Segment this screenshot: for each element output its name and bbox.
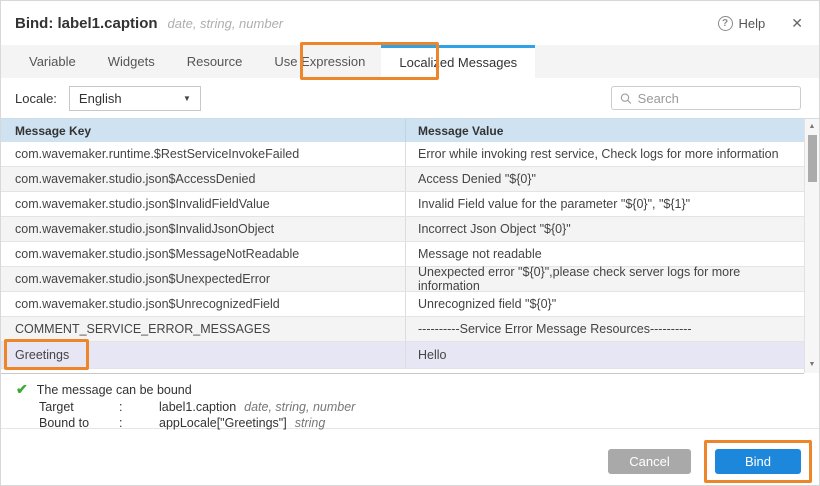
message-key-cell: Greetings — [1, 342, 406, 368]
bind-dialog: Bind: label1.caption date, string, numbe… — [0, 0, 820, 486]
message-key-cell: com.wavemaker.studio.json$InvalidFieldVa… — [1, 192, 406, 216]
target-types: date, string, number — [244, 400, 355, 414]
tab-resource[interactable]: Resource — [171, 45, 259, 78]
colon: : — [119, 400, 159, 414]
message-value-cell: Invalid Field value for the parameter "$… — [406, 192, 804, 216]
column-header-message-value: Message Value — [406, 119, 804, 142]
table-row[interactable]: com.wavemaker.studio.json$AccessDenied A… — [1, 167, 804, 192]
message-value-cell: Error while invoking rest service, Check… — [406, 142, 804, 166]
message-value-cell: ----------Service Error Message Resource… — [406, 317, 804, 341]
annotation-box-bind-button: Bind — [704, 440, 812, 483]
dialog-title: Bind: label1.caption — [15, 15, 158, 32]
dialog-header: Bind: label1.caption date, string, numbe… — [1, 1, 819, 45]
dialog-footer: Cancel Bind — [1, 429, 819, 484]
scroll-down-icon[interactable]: ▼ — [809, 360, 816, 370]
vertical-scrollbar[interactable]: ▲ ▼ — [804, 119, 819, 373]
message-key-cell: com.wavemaker.runtime.$RestServiceInvoke… — [1, 142, 406, 166]
tab-use-expression[interactable]: Use Expression — [258, 45, 381, 78]
bound-to-type: string — [295, 416, 326, 430]
tab-bar: Variable Widgets Resource Use Expression… — [1, 45, 819, 78]
message-value-cell: Message not readable — [406, 242, 804, 266]
tab-widgets[interactable]: Widgets — [92, 45, 171, 78]
tab-variable[interactable]: Variable — [13, 45, 92, 78]
column-header-message-key: Message Key — [1, 119, 406, 142]
message-value-cell: Unexpected error "${0}",please check ser… — [406, 267, 804, 291]
table-row[interactable]: com.wavemaker.studio.json$InvalidJsonObj… — [1, 217, 804, 242]
status-text: The message can be bound — [37, 383, 192, 397]
messages-table: Message Key Message Value com.wavemaker.… — [1, 119, 804, 373]
table-header-row: Message Key Message Value — [1, 119, 804, 142]
locale-selected-value: English — [79, 91, 122, 106]
message-value-cell: Access Denied "${0}" — [406, 167, 804, 191]
search-input[interactable] — [638, 91, 792, 106]
message-key-cell: com.wavemaker.studio.json$InvalidJsonObj… — [1, 217, 406, 241]
message-value-cell: Unrecognized field "${0}" — [406, 292, 804, 316]
bound-to-value: appLocale["Greetings"] — [159, 416, 287, 430]
close-icon[interactable]: ✕ — [791, 15, 803, 32]
scroll-up-icon[interactable]: ▲ — [809, 122, 816, 132]
message-key-cell: com.wavemaker.studio.json$AccessDenied — [1, 167, 406, 191]
bind-summary: ✔ The message can be bound Target : labe… — [1, 373, 819, 429]
help-label: Help — [739, 16, 766, 31]
locale-select[interactable]: English ▼ — [69, 86, 201, 111]
table-row[interactable]: com.wavemaker.studio.json$UnexpectedErro… — [1, 267, 804, 292]
scrollbar-thumb[interactable] — [808, 135, 817, 182]
cancel-button[interactable]: Cancel — [608, 449, 691, 474]
message-key-cell: com.wavemaker.studio.json$MessageNotRead… — [1, 242, 406, 266]
toolbar: Locale: English ▼ — [1, 78, 819, 118]
bound-to-label: Bound to — [39, 416, 119, 430]
question-mark-icon: ? — [718, 16, 733, 31]
target-line: Target : label1.caption date, string, nu… — [16, 400, 819, 414]
table-row[interactable]: com.wavemaker.runtime.$RestServiceInvoke… — [1, 142, 804, 167]
bound-to-line: Bound to : appLocale["Greetings"] string — [16, 416, 819, 430]
target-value: label1.caption — [159, 400, 236, 414]
messages-table-area: Message Key Message Value com.wavemaker.… — [1, 118, 819, 373]
colon: : — [119, 416, 159, 430]
locale-label: Locale: — [15, 91, 57, 106]
message-value-cell: Hello — [406, 342, 804, 368]
search-box — [611, 86, 801, 110]
bind-button[interactable]: Bind — [715, 449, 801, 474]
dialog-subtitle: date, string, number — [168, 16, 284, 31]
message-value-cell: Incorrect Json Object "${0}" — [406, 217, 804, 241]
partial-next-row — [1, 369, 804, 374]
table-row[interactable]: com.wavemaker.studio.json$InvalidFieldVa… — [1, 192, 804, 217]
target-label: Target — [39, 400, 119, 414]
tab-localized-messages[interactable]: Localized Messages — [381, 45, 535, 78]
message-key-cell: com.wavemaker.studio.json$UnexpectedErro… — [1, 267, 406, 291]
help-button[interactable]: ? Help — [718, 16, 766, 31]
table-row[interactable]: COMMENT_SERVICE_ERROR_MESSAGES ---------… — [1, 317, 804, 342]
message-key-cell: COMMENT_SERVICE_ERROR_MESSAGES — [1, 317, 406, 341]
chevron-down-icon: ▼ — [183, 94, 191, 103]
table-row-selected-greetings[interactable]: Greetings Hello — [1, 342, 804, 369]
status-line: ✔ The message can be bound — [16, 381, 819, 398]
search-icon — [620, 92, 632, 105]
message-key-cell: com.wavemaker.studio.json$UnrecognizedFi… — [1, 292, 406, 316]
table-row[interactable]: com.wavemaker.studio.json$MessageNotRead… — [1, 242, 804, 267]
table-row[interactable]: com.wavemaker.studio.json$UnrecognizedFi… — [1, 292, 804, 317]
success-check-icon: ✔ — [16, 381, 28, 398]
